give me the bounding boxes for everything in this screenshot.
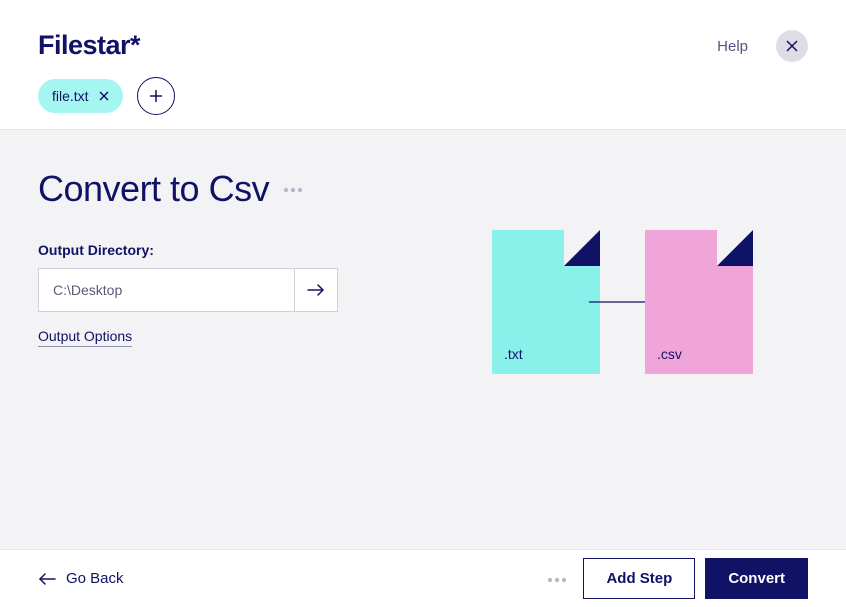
- page-title: Convert to Csv: [38, 168, 269, 210]
- arrow-right-icon: [307, 283, 325, 297]
- add-step-button[interactable]: Add Step: [583, 558, 695, 599]
- target-file-ext: .csv: [657, 346, 682, 362]
- remove-file-icon[interactable]: [99, 91, 109, 101]
- header-actions: Help: [717, 30, 808, 62]
- convert-button[interactable]: Convert: [705, 558, 808, 599]
- output-directory-input[interactable]: [38, 268, 294, 312]
- footer-actions: Add Step Convert: [547, 558, 808, 599]
- footer-more-button[interactable]: [547, 570, 567, 588]
- plus-icon: [149, 89, 163, 103]
- file-chip[interactable]: file.txt: [38, 79, 123, 113]
- header: Filestar* Help: [0, 0, 846, 77]
- ellipsis-icon: [283, 187, 303, 193]
- browse-directory-button[interactable]: [294, 268, 338, 312]
- brand-logo: Filestar*: [38, 30, 140, 61]
- file-chip-label: file.txt: [52, 88, 89, 104]
- conversion-illustration: .txt .csv: [492, 230, 753, 374]
- title-more-button[interactable]: [283, 180, 303, 198]
- help-link[interactable]: Help: [717, 38, 748, 55]
- go-back-label: Go Back: [66, 570, 124, 587]
- add-file-button[interactable]: [137, 77, 175, 115]
- file-chips-row: file.txt: [0, 77, 846, 129]
- main-content: Convert to Csv Output Directory: Output …: [0, 129, 846, 549]
- go-back-button[interactable]: Go Back: [38, 570, 124, 587]
- output-options-link[interactable]: Output Options: [38, 328, 132, 347]
- source-file-ext: .txt: [504, 346, 523, 362]
- ellipsis-icon: [547, 577, 567, 583]
- close-button[interactable]: [776, 30, 808, 62]
- close-icon: [786, 40, 798, 52]
- source-file-icon: .txt: [492, 230, 600, 374]
- output-directory-row: [38, 268, 338, 312]
- title-row: Convert to Csv: [38, 168, 808, 210]
- target-file-icon: .csv: [645, 230, 753, 374]
- arrow-left-icon: [38, 573, 56, 585]
- footer: Go Back Add Step Convert: [0, 549, 846, 607]
